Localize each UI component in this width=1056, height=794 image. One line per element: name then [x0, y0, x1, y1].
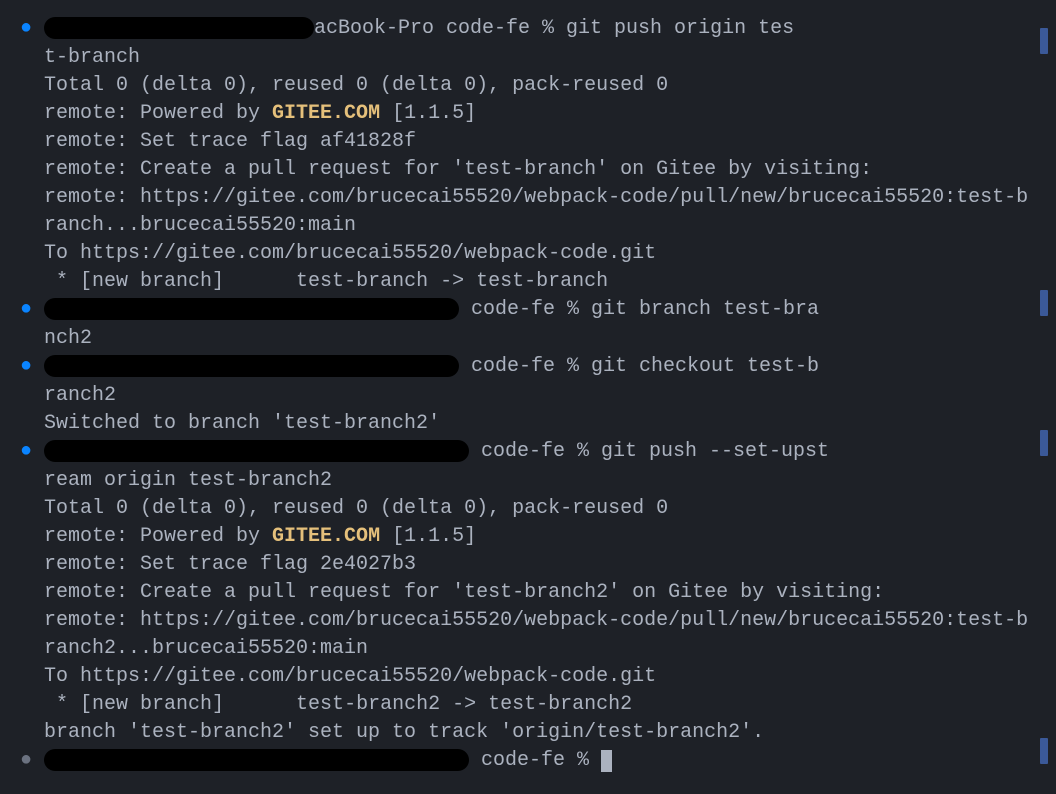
command-line: ● code-fe % — [20, 747, 1036, 775]
output-line: Total 0 (delta 0), reused 0 (delta 0), p… — [20, 495, 1036, 523]
prompt-content: code-fe % git checkout test-b — [44, 353, 1036, 381]
bullet-icon: ● — [20, 15, 44, 43]
bullet-icon: ● — [20, 747, 44, 775]
scroll-marker — [1040, 290, 1048, 316]
prompt-content: code-fe % git push --set-upst — [44, 438, 1036, 466]
command-line: ● code-fe % git push --set-upst — [20, 438, 1036, 466]
bullet-icon: ● — [20, 438, 44, 466]
command-line: ● acBook-Pro code-fe % git push origin te… — [20, 15, 1036, 43]
highlighted-text: GITEE.COM — [272, 525, 380, 548]
prompt-and-command: code-fe % git branch test-bra — [459, 298, 819, 321]
redacted-hostname — [44, 298, 459, 320]
bullet-icon: ● — [20, 353, 44, 381]
prompt-content: code-fe % — [44, 747, 1036, 775]
prompt-and-command: code-fe % git checkout test-b — [459, 355, 819, 378]
output-line: remote: Set trace flag af41828f — [20, 128, 1036, 156]
terminal-output[interactable]: ● acBook-Pro code-fe % git push origin te… — [20, 15, 1036, 775]
output-line: To https://gitee.com/brucecai55520/webpa… — [20, 240, 1036, 268]
prompt-content: code-fe % git branch test-bra — [44, 296, 1036, 324]
prompt-and-command: code-fe % — [469, 749, 601, 772]
bullet-icon: ● — [20, 296, 44, 324]
command-continuation: t-branch — [20, 44, 1036, 72]
prompt-and-command: acBook-Pro code-fe % git push origin tes — [314, 17, 794, 40]
scroll-marker — [1040, 738, 1048, 764]
output-line: remote: Set trace flag 2e4027b3 — [20, 551, 1036, 579]
command-continuation: ranch2 — [20, 382, 1036, 410]
redacted-hostname — [44, 440, 469, 462]
output-line: remote: Create a pull request for 'test-… — [20, 579, 1036, 607]
command-line: ● code-fe % git checkout test-b — [20, 353, 1036, 381]
prompt-and-command: code-fe % git push --set-upst — [469, 440, 829, 463]
output-line: Switched to branch 'test-branch2' — [20, 410, 1036, 438]
prompt-content: acBook-Pro code-fe % git push origin tes — [44, 15, 1036, 43]
output-line: * [new branch] test-branch -> test-branc… — [20, 268, 1036, 296]
redacted-hostname — [44, 749, 469, 771]
output-line: remote: https://gitee.com/brucecai55520/… — [20, 184, 1036, 240]
output-line: remote: https://gitee.com/brucecai55520/… — [20, 607, 1036, 663]
output-line: * [new branch] test-branch2 -> test-bran… — [20, 691, 1036, 719]
command-line: ● code-fe % git branch test-bra — [20, 296, 1036, 324]
scrollbar-track — [1038, 0, 1048, 794]
output-line: branch 'test-branch2' set up to track 'o… — [20, 719, 1036, 747]
command-continuation: ream origin test-branch2 — [20, 467, 1036, 495]
command-continuation: nch2 — [20, 325, 1036, 353]
scroll-marker — [1040, 28, 1048, 54]
output-line: To https://gitee.com/brucecai55520/webpa… — [20, 663, 1036, 691]
scroll-marker — [1040, 430, 1048, 456]
output-line: remote: Powered by GITEE.COM [1.1.5] — [20, 100, 1036, 128]
cursor — [601, 750, 612, 772]
output-line: remote: Powered by GITEE.COM [1.1.5] — [20, 523, 1036, 551]
redacted-hostname — [44, 17, 314, 39]
redacted-hostname — [44, 355, 459, 377]
output-line: remote: Create a pull request for 'test-… — [20, 156, 1036, 184]
highlighted-text: GITEE.COM — [272, 102, 380, 125]
output-line: Total 0 (delta 0), reused 0 (delta 0), p… — [20, 72, 1036, 100]
